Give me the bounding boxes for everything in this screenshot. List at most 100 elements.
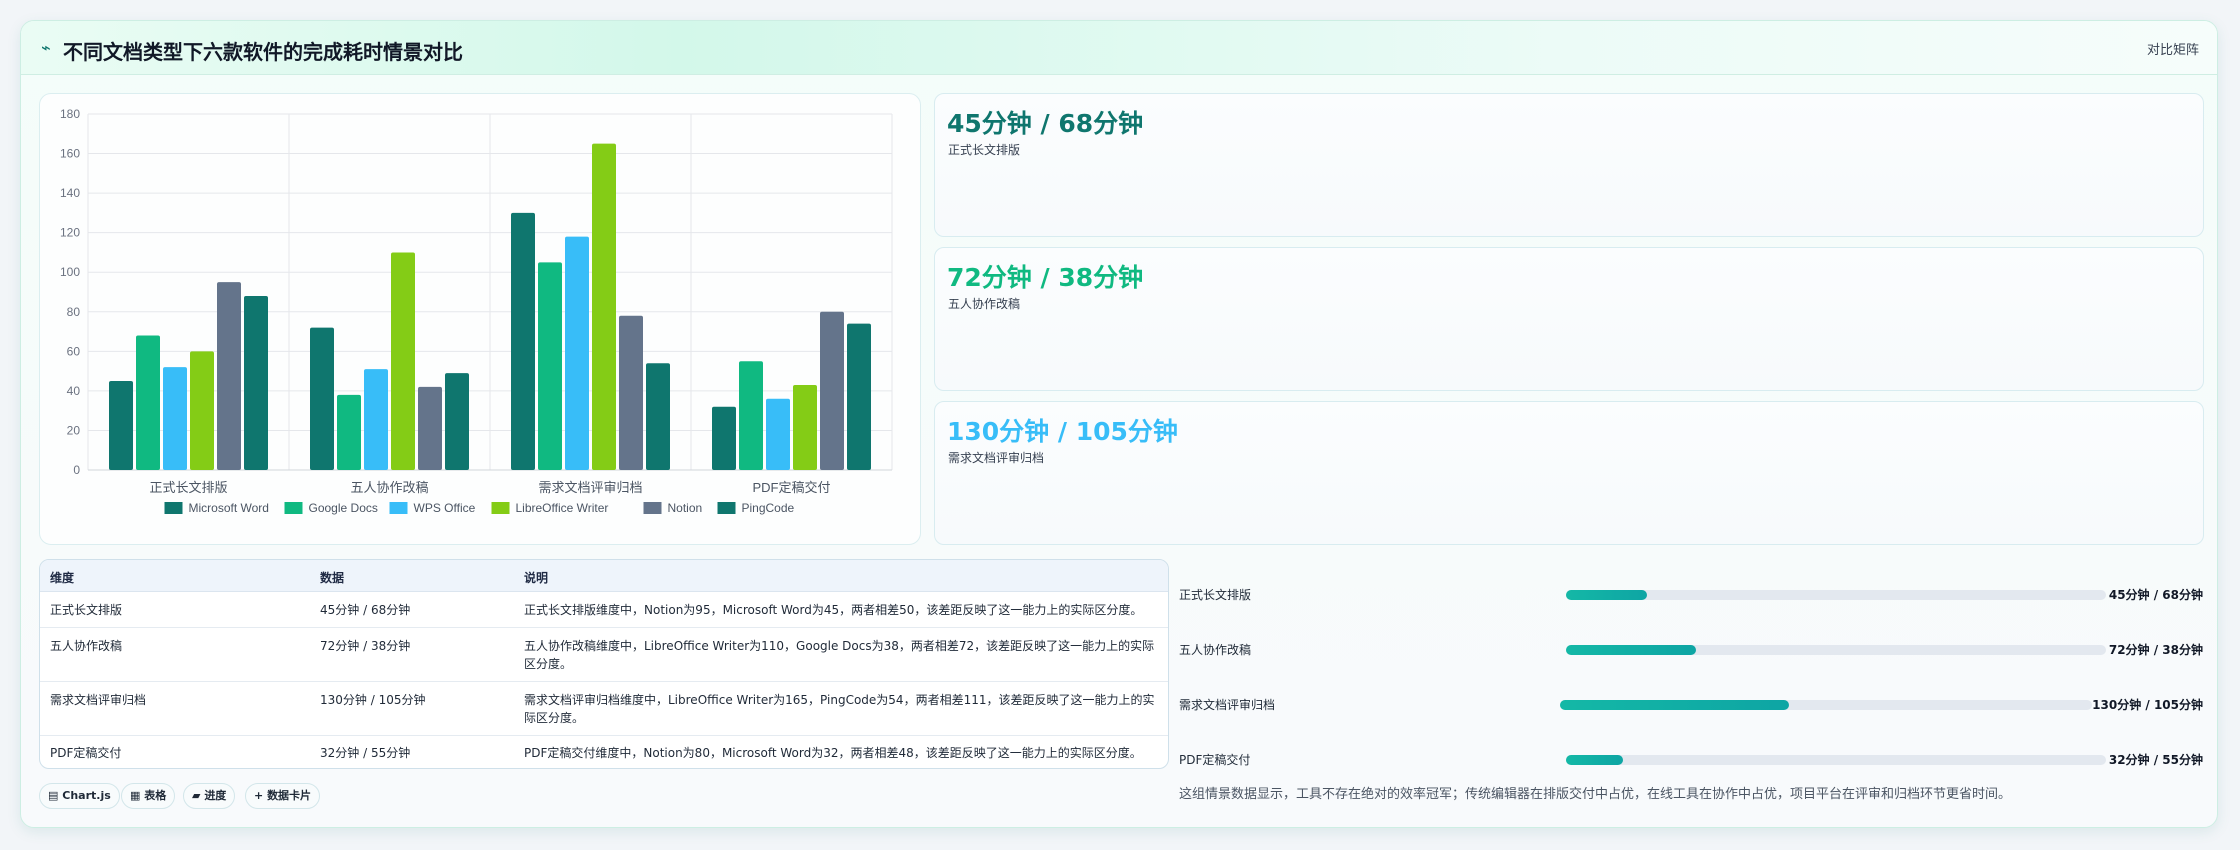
dashboard-frame: ⌁ 不同文档类型下六款软件的完成耗时情景对比 对比矩阵 0 20 40 60 80 100… — [20, 20, 2218, 828]
summary-text: 这组情景数据显示，工具不存在绝对的效率冠军；传统编辑器在排版交付中占优，在线工具… — [1179, 787, 2012, 802]
table-row: 需求文档评审归档 130分钟 / 105分钟 需求文档评审归档维度中，Libre… — [40, 682, 1168, 736]
progress-fill — [1566, 645, 1696, 655]
progress-track — [1560, 700, 2092, 710]
y-tick-label: 0 — [73, 463, 80, 477]
progress-row: 需求文档评审归档 130分钟 / 105分钟 — [1179, 694, 2203, 714]
bar — [712, 406, 736, 470]
bar — [418, 386, 442, 470]
bar — [364, 369, 388, 470]
metric-card: 72分钟 / 38分钟 五人协作改稿 — [934, 247, 2204, 391]
bar — [619, 315, 643, 470]
column-header-description: 说明 — [524, 571, 549, 585]
metric-value: 45分钟 / 68分钟 — [947, 109, 1144, 138]
bar — [391, 252, 415, 470]
table-header: 维度 数据 说明 — [40, 560, 1168, 592]
progress-fill — [1566, 755, 1623, 765]
metric-label: 正式长文排版 — [948, 143, 1021, 157]
chip-label: 进度 — [204, 789, 227, 802]
cell-data: 72分钟 / 38分钟 — [320, 639, 411, 653]
bar — [592, 143, 616, 470]
chip-progress[interactable]: ▰ 进度 — [183, 783, 236, 809]
y-tick-label: 80 — [67, 305, 81, 319]
table-row: PDF定稿交付 32分钟 / 55分钟 PDF定稿交付维度中，Notion为80… — [40, 736, 1168, 768]
progress-value: 130分钟 / 105分钟 — [2092, 698, 2203, 712]
bar — [766, 398, 790, 470]
progress-label: 需求文档评审归档 — [1179, 698, 1276, 712]
legend-label: PingCode — [742, 501, 795, 515]
table-icon: ▦ — [130, 789, 141, 802]
legend-label: Microsoft Word — [189, 501, 269, 515]
bar — [136, 335, 160, 470]
header-bar: ⌁ 不同文档类型下六款软件的完成耗时情景对比 对比矩阵 — [21, 21, 2217, 75]
cell-dimension: 正式长文排版 — [50, 603, 123, 617]
progress-track — [1566, 590, 2106, 600]
progress-row: PDF定稿交付 32分钟 / 55分钟 — [1179, 749, 2203, 769]
progress-label: PDF定稿交付 — [1179, 753, 1251, 767]
bar — [820, 311, 844, 470]
x-tick-label: 五人协作改稿 — [350, 480, 428, 495]
column-header-data: 数据 — [320, 571, 345, 585]
y-tick-label: 20 — [67, 423, 81, 437]
legend-swatch — [389, 502, 408, 514]
chip-chartjs[interactable]: ▤ Chart.js — [39, 783, 120, 809]
metric-card: 45分钟 / 68分钟 正式长文排版 — [934, 93, 2204, 237]
bar-chart-panel: 0 20 40 60 80 100 120 140 160 180 正式长文排版 五人协作改稿 需求文档… — [39, 93, 921, 545]
bar — [217, 282, 241, 470]
progress-track — [1566, 645, 2106, 655]
y-tick-label: 180 — [60, 107, 80, 121]
metric-card: 130分钟 / 105分钟 需求文档评审归档 — [934, 401, 2204, 545]
metric-value: 72分钟 / 38分钟 — [947, 263, 1144, 292]
legend-label: Notion — [668, 501, 703, 515]
progress-icon: ▰ — [192, 789, 201, 802]
progress-value: 45分钟 / 68分钟 — [2108, 588, 2203, 602]
chip-label: 数据卡片 — [267, 789, 312, 802]
cell-description: 需求文档评审归档维度中，LibreOffice Writer为165，PingC… — [524, 693, 1155, 725]
bar — [538, 262, 562, 470]
cell-description: PDF定稿交付维度中，Notion为80，Microsoft Word为32，两… — [524, 746, 1142, 760]
progress-value: 32分钟 / 55分钟 — [2108, 753, 2203, 767]
y-tick-label: 60 — [67, 344, 81, 358]
bar — [793, 384, 817, 470]
metric-label: 需求文档评审归档 — [948, 451, 1045, 465]
bar — [565, 236, 589, 470]
bar — [511, 212, 535, 470]
cell-description: 五人协作改稿维度中，LibreOffice Writer为110，Google … — [524, 639, 1155, 671]
chip-label: Chart.js — [62, 789, 111, 802]
bar — [337, 394, 361, 470]
cell-dimension: 五人协作改稿 — [50, 639, 123, 653]
y-tick-label: 160 — [60, 147, 80, 161]
bar — [646, 363, 670, 470]
progress-fill — [1560, 700, 1789, 710]
legend-swatch — [164, 502, 183, 514]
y-tick-label: 40 — [67, 384, 81, 398]
cell-dimension: PDF定稿交付 — [50, 746, 122, 760]
bar-chart: 0 20 40 60 80 100 120 140 160 180 正式长文排版 五人协作改稿 需求文档… — [60, 107, 893, 515]
bar — [310, 327, 334, 470]
x-tick-label: 正式长文排版 — [149, 480, 227, 495]
cell-data: 130分钟 / 105分钟 — [320, 693, 426, 707]
plus-icon: + — [254, 789, 264, 802]
x-tick-label: 需求文档评审归档 — [538, 480, 642, 495]
y-tick-label: 100 — [60, 265, 80, 279]
progress-value: 72分钟 / 38分钟 — [2108, 643, 2203, 657]
legend-label: LibreOffice Writer — [516, 501, 609, 515]
bar — [244, 295, 268, 470]
legend-label: Google Docs — [309, 501, 378, 515]
cell-data: 32分钟 / 55分钟 — [320, 746, 411, 760]
progress-row: 正式长文排版 45分钟 / 68分钟 — [1179, 584, 2203, 604]
legend-swatch — [643, 502, 662, 514]
chip-table[interactable]: ▦ 表格 — [121, 783, 176, 809]
chip-label: 表格 — [144, 789, 167, 802]
bar — [109, 381, 133, 470]
table-row: 正式长文排版 45分钟 / 68分钟 正式长文排版维度中，Notion为95，M… — [40, 592, 1168, 628]
legend-label: WPS Office — [414, 501, 476, 515]
progress-label: 正式长文排版 — [1179, 588, 1252, 602]
chip-data-card[interactable]: + 数据卡片 — [245, 783, 321, 809]
metric-value: 130分钟 / 105分钟 — [947, 417, 1178, 446]
bar — [445, 373, 469, 470]
progress-fill — [1566, 590, 1647, 600]
view-badge[interactable]: 对比矩阵 — [2147, 39, 2199, 58]
legend-swatch — [284, 502, 303, 514]
y-tick-label: 140 — [60, 186, 80, 200]
data-table: 维度 数据 说明 正式长文排版 45分钟 / 68分钟 正式长文排版维度中，No… — [39, 559, 1169, 769]
